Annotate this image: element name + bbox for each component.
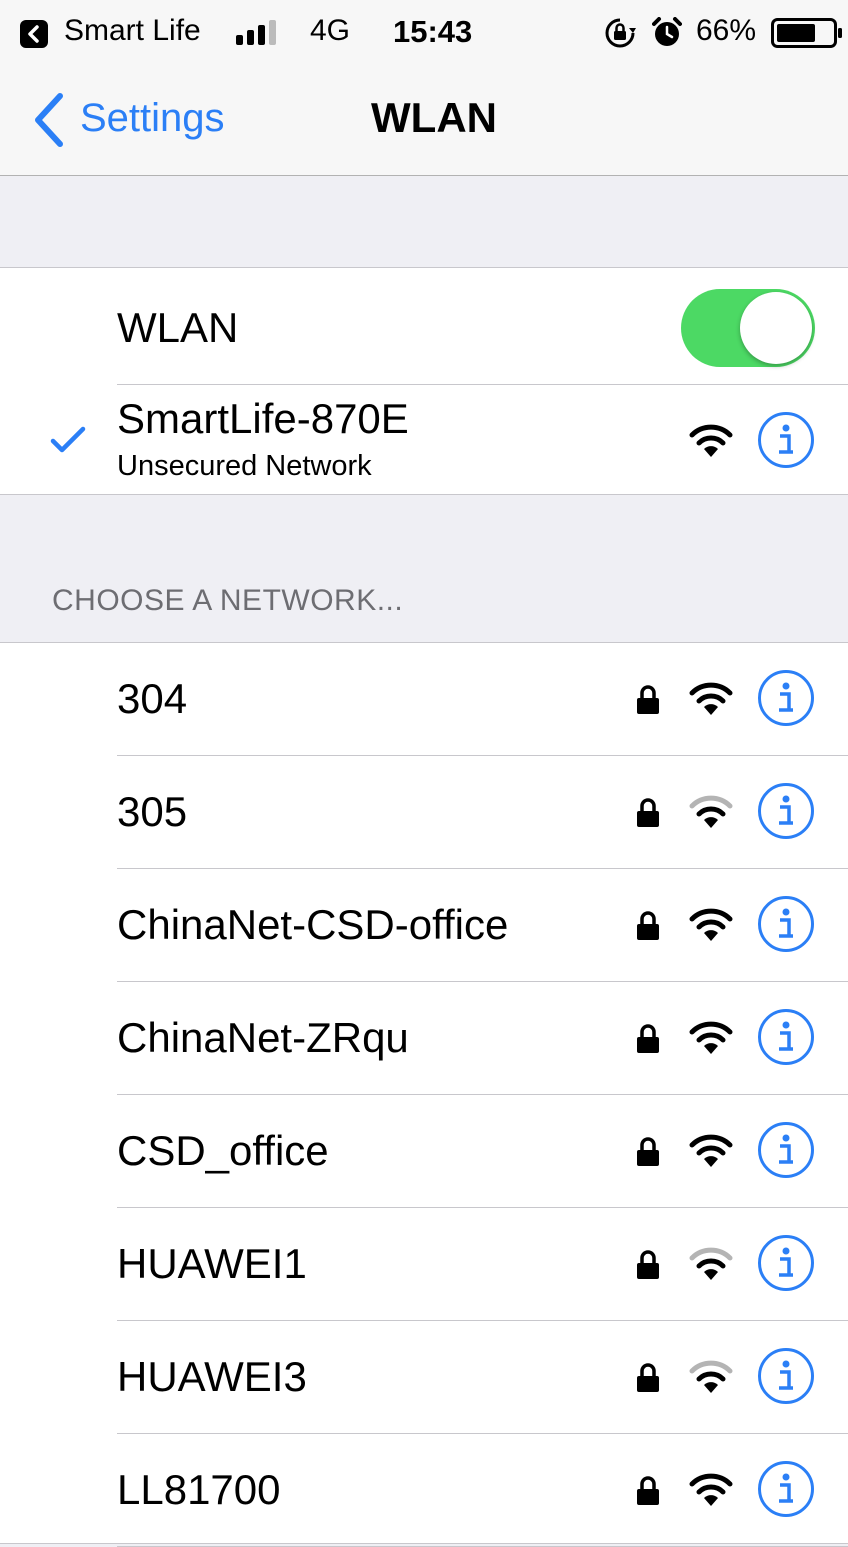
lock-icon (637, 1363, 659, 1392)
chevron-left-icon (35, 93, 63, 147)
toggle-knob (740, 292, 812, 364)
info-icon[interactable] (758, 783, 814, 839)
network-name: 305 (117, 788, 188, 835)
network-name: HUAWEI3 (117, 1353, 307, 1400)
connected-network-name: SmartLife-870E (117, 395, 409, 442)
wlan-section: WLAN SmartLife-870E Unsecured Network (0, 267, 848, 495)
back-app-icon[interactable] (20, 20, 48, 48)
network-row[interactable]: LL81700 (0, 1434, 848, 1547)
wifi-signal-icon (689, 1360, 733, 1393)
connected-network-subtitle: Unsecured Network (117, 450, 372, 482)
network-name: 304 (117, 675, 188, 722)
lock-icon (637, 1137, 659, 1166)
navigation-bar: WLAN Settings (0, 66, 848, 176)
info-icon[interactable] (758, 1235, 814, 1291)
wlan-toggle-switch[interactable] (681, 289, 815, 367)
wifi-signal-icon (689, 1247, 733, 1280)
lock-icon (637, 1476, 659, 1505)
lock-icon (637, 798, 659, 827)
info-icon[interactable] (758, 1348, 814, 1404)
network-row[interactable]: HUAWEI1 (0, 1208, 848, 1321)
network-type: 4G (310, 14, 351, 47)
wifi-signal-icon (689, 1021, 733, 1054)
info-icon[interactable] (758, 670, 814, 726)
network-row[interactable]: CSD_office (0, 1095, 848, 1208)
network-name: LL81700 (117, 1466, 281, 1513)
battery-icon (771, 18, 842, 48)
rotation-lock-icon (605, 18, 636, 48)
battery-percent: 66% (696, 14, 757, 47)
network-list: 304 305 ChinaNet-CSD-office ChinaNet-ZRqu CS… (0, 642, 848, 1547)
info-icon[interactable] (758, 896, 814, 952)
network-name: CSD_office (117, 1127, 329, 1174)
checkmark-icon (50, 426, 86, 453)
lock-icon (637, 1024, 659, 1053)
network-row[interactable]: 304 (0, 643, 848, 756)
back-button-label: Settings (80, 96, 225, 140)
signal-icon (236, 20, 276, 45)
info-icon[interactable] (758, 1009, 814, 1065)
network-row[interactable]: HUAWEI3 (0, 1321, 848, 1434)
wifi-signal-icon (689, 795, 733, 828)
wifi-signal-icon (689, 1473, 733, 1506)
wifi-signal-icon (689, 1134, 733, 1167)
network-row[interactable]: ChinaNet-ZRqu (0, 982, 848, 1095)
wifi-signal-icon (689, 908, 733, 941)
lock-icon (637, 1250, 659, 1279)
status-time: 15:43 (393, 14, 473, 49)
carrier-name: Smart Life (64, 14, 201, 47)
wifi-signal-icon (689, 682, 733, 715)
alarm-icon (652, 17, 682, 46)
lock-icon (637, 911, 659, 940)
network-row[interactable]: ChinaNet-CSD-office (0, 869, 848, 982)
choose-network-header: CHOOSE A NETWORK... (52, 584, 404, 617)
wlan-toggle-label: WLAN (117, 304, 239, 351)
wifi-signal-icon (689, 424, 733, 457)
info-icon[interactable] (758, 1461, 814, 1517)
network-name: ChinaNet-ZRqu (117, 1014, 409, 1061)
connected-network-row[interactable]: SmartLife-870E Unsecured Network (0, 385, 848, 494)
info-icon[interactable] (758, 412, 814, 468)
network-name: HUAWEI1 (117, 1240, 307, 1287)
wlan-toggle-row: WLAN (0, 268, 848, 385)
info-icon[interactable] (758, 1122, 814, 1178)
lock-icon (637, 685, 659, 714)
status-bar: Smart Life 4G 15:43 66% (0, 0, 848, 66)
network-name: ChinaNet-CSD-office (117, 901, 509, 948)
network-row[interactable]: 305 (0, 756, 848, 869)
